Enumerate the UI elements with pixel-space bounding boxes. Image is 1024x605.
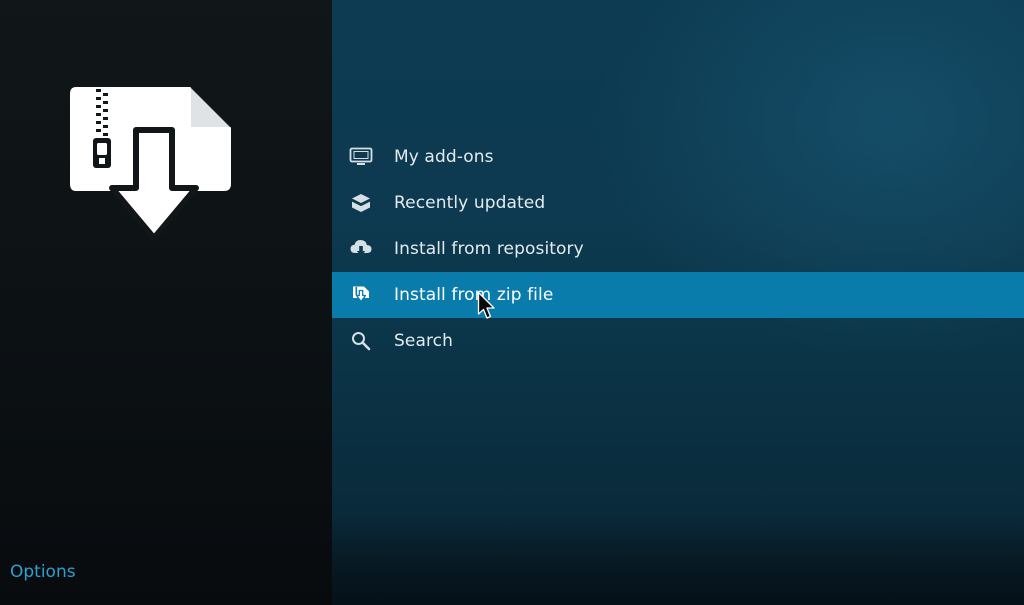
preview-panel [0, 0, 332, 605]
menu-item-label: Install from repository [394, 239, 584, 259]
menu-item-search[interactable]: Search [332, 318, 1024, 364]
options-button[interactable]: Options [10, 562, 76, 582]
zip-file-download-icon [70, 86, 232, 241]
mouse-pointer-icon [477, 291, 495, 319]
zip-install-icon [349, 283, 373, 307]
menu-item-label: My add-ons [394, 147, 494, 167]
menu-item-my-addons[interactable]: My add-ons [332, 134, 1024, 180]
menu-item-install-from-repository[interactable]: Install from repository [332, 226, 1024, 272]
search-icon [349, 329, 373, 353]
menu-item-label: Install from zip file [394, 285, 554, 305]
menu-item-recently-updated[interactable]: Recently updated [332, 180, 1024, 226]
box-icon [349, 191, 373, 215]
cloud-download-icon [349, 237, 373, 261]
addon-browser-window: My add-ons Recently updated Install from… [0, 0, 1024, 605]
addon-menu: My add-ons Recently updated Install from… [332, 134, 1024, 364]
menu-item-label: Recently updated [394, 193, 546, 213]
menu-item-install-from-zip-file[interactable]: Install from zip file [332, 272, 1024, 318]
menu-item-label: Search [394, 331, 454, 351]
monitor-icon [349, 145, 373, 169]
